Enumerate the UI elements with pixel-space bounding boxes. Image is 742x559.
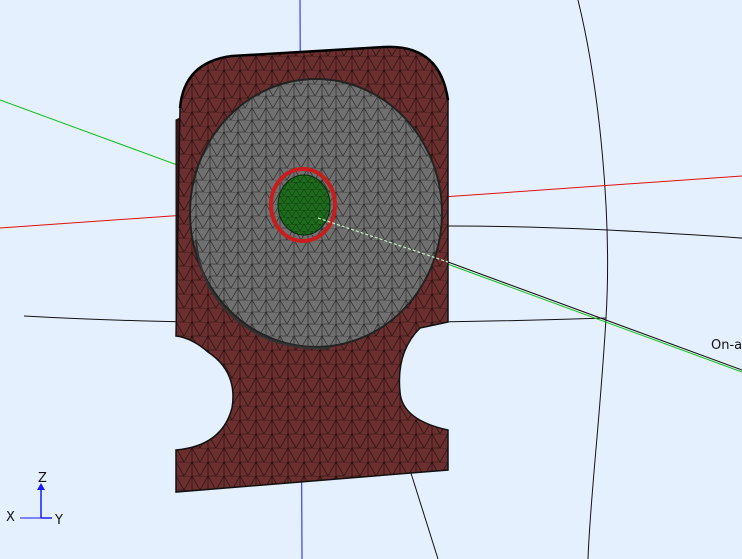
mesh-part[interactable]	[175, 45, 450, 493]
triad-z-label: Z	[38, 471, 47, 486]
bore-core[interactable]	[277, 174, 331, 236]
annotation-label: On-a	[711, 338, 742, 353]
orientation-triad[interactable]: Z X Y	[6, 471, 63, 528]
triad-y-label: Y	[54, 513, 63, 528]
diagonal-line	[447, 261, 742, 371]
arc-curve-right	[577, 0, 609, 559]
lower-slant-line	[409, 469, 439, 559]
curve-to-right	[447, 225, 742, 239]
triad-x-label: X	[6, 510, 15, 525]
3d-viewport[interactable]: On-a Z X Y	[0, 0, 742, 559]
